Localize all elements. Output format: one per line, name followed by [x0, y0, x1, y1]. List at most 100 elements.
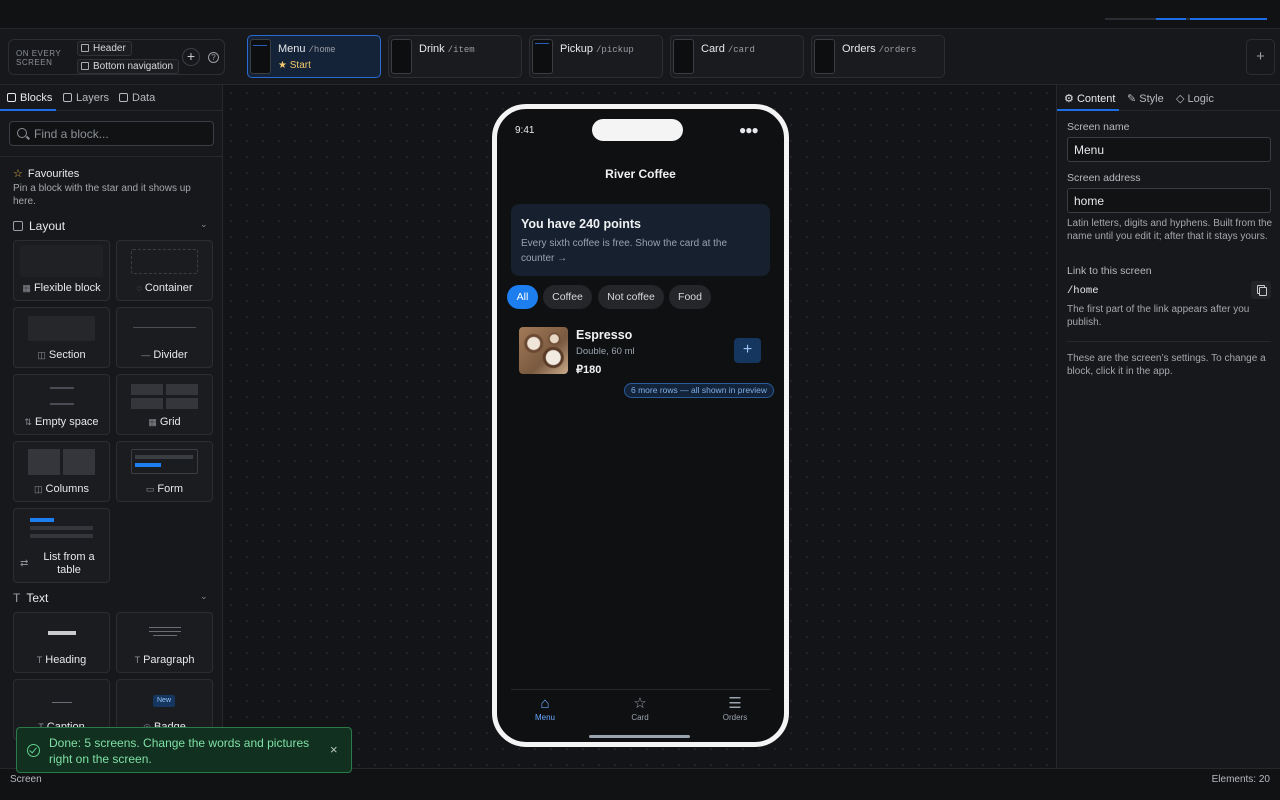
- data-icon: [119, 93, 128, 102]
- chip-coffee[interactable]: Coffee: [543, 285, 592, 309]
- bottom-navigation-icon: [81, 62, 89, 70]
- chip-not-coffee[interactable]: Not coffee: [598, 285, 664, 309]
- blocks-icon: [7, 93, 16, 102]
- add-screen-button[interactable]: +: [1246, 39, 1275, 75]
- divider: [0, 156, 222, 157]
- on-every-screen-group: ON EVERY SCREEN Header Bottom navigation…: [8, 39, 225, 75]
- list-item[interactable]: Espresso Double, 60 ml ₽180 +: [519, 327, 764, 377]
- screen-path: /pickup: [596, 45, 634, 55]
- screen-thumbnail: [391, 39, 412, 74]
- link-label: Link to this screen: [1067, 265, 1152, 277]
- close-icon[interactable]: ×: [330, 742, 338, 757]
- link-help: The first part of the link appears after…: [1067, 304, 1250, 328]
- start-badge: ★ Start: [278, 60, 311, 71]
- favourites-description: Pin a block with the star and it shows u…: [13, 183, 191, 207]
- star-outline-icon: ☆: [13, 168, 23, 180]
- screen-thumbnail: [250, 39, 271, 74]
- screen-thumbnail: [673, 39, 694, 74]
- success-toast: Done: 5 screens. Change the words and pi…: [16, 727, 352, 773]
- text-icon: T: [13, 591, 21, 605]
- screen-address-label: Screen address: [1067, 172, 1141, 184]
- screen-name-field[interactable]: [1067, 137, 1271, 162]
- nav-item-card[interactable]: ☆ Card: [610, 695, 670, 722]
- screen-tile-orders[interactable]: Orders/orders: [811, 35, 945, 78]
- header-chip[interactable]: Header: [77, 41, 132, 56]
- chip-food[interactable]: Food: [669, 285, 711, 309]
- add-shared-block-button[interactable]: +: [182, 48, 200, 66]
- canvas[interactable]: 9:41 ●●● River Coffee You have 240 point…: [223, 85, 1056, 768]
- status-left: Screen: [10, 774, 42, 785]
- header-icon: [81, 44, 89, 52]
- block-heading[interactable]: T Heading: [13, 612, 110, 673]
- list-icon: ☰: [728, 695, 742, 712]
- block-form[interactable]: ▭ Form: [116, 441, 213, 502]
- screen-thumbnail: [814, 39, 835, 74]
- bottom-navigation: ⌂ Menu ☆ Card ☰ Orders: [497, 695, 784, 731]
- add-to-order-button[interactable]: +: [734, 338, 761, 363]
- settings-note: These are the screen’s settings. To chan…: [1067, 353, 1266, 377]
- block-flexible-block[interactable]: ▦ Flexible block: [13, 240, 110, 301]
- screen-path: /home: [308, 45, 336, 55]
- right-panel-tabs: ⚙ Content ✎ Style ◇ Logic: [1057, 85, 1280, 111]
- status-time: 9:41: [515, 125, 535, 136]
- star-icon: ☆: [633, 695, 647, 712]
- screen-tile-card[interactable]: Card/card: [670, 35, 804, 78]
- screen-tile-drink[interactable]: Drink/item: [388, 35, 522, 78]
- block-columns[interactable]: ◫ Columns: [13, 441, 110, 502]
- app-title[interactable]: River Coffee: [497, 167, 784, 181]
- address-help: Latin letters, digits and hyphens. Built…: [1067, 218, 1273, 242]
- container-icon: ◌: [136, 283, 142, 293]
- left-panel: Blocks Layers Data ☆Favourites Pin a blo…: [0, 85, 223, 768]
- screen-name: Pickup: [560, 43, 594, 55]
- tab-data[interactable]: Data: [119, 92, 155, 104]
- section-text-header[interactable]: T Text ⌄: [13, 591, 208, 605]
- element-count: Elements: 20: [1211, 774, 1270, 785]
- cube-icon: [13, 221, 23, 231]
- copy-icon[interactable]: [1251, 281, 1271, 299]
- block-list-from-table[interactable]: List from a table ⇄: [13, 508, 110, 583]
- layers-icon: [63, 93, 72, 102]
- nav-divider: [511, 689, 770, 690]
- more-rows-badge: 6 more rows — all shown in preview: [624, 383, 775, 398]
- block-empty-space[interactable]: ⇅ Empty space: [13, 374, 110, 435]
- tab-content[interactable]: ⚙ Content: [1064, 92, 1115, 105]
- tab-blocks[interactable]: Blocks: [7, 92, 52, 104]
- nav-item-menu[interactable]: ⌂ Menu: [515, 695, 575, 722]
- points-card[interactable]: You have 240 points Every sixth coffee i…: [511, 204, 770, 276]
- block-paragraph[interactable]: T Paragraph: [116, 612, 213, 673]
- gear-icon: ⚙: [1064, 93, 1074, 105]
- logic-icon: ◇: [1176, 93, 1185, 105]
- screen-name: Orders: [842, 43, 876, 55]
- chip-all[interactable]: All: [507, 285, 538, 309]
- section-icon: ◫: [37, 350, 46, 360]
- dynamic-island: [592, 119, 683, 141]
- tab-style[interactable]: ✎ Style: [1127, 92, 1164, 105]
- screen-tile-menu[interactable]: Menu/home ★ Start: [247, 35, 381, 78]
- points-description: Every sixth coffee is free. Show the car…: [521, 238, 728, 264]
- screen-address-field[interactable]: [1067, 188, 1271, 213]
- block-container[interactable]: ◌ Container: [116, 240, 213, 301]
- block-search-input[interactable]: [34, 126, 209, 142]
- top-progress-segment: [1156, 18, 1186, 20]
- toast-message: Done: 5 screens. Change the words and pi…: [49, 736, 310, 766]
- help-icon[interactable]: ?: [208, 52, 219, 63]
- screen-path: /card: [727, 45, 755, 55]
- app-top-bar: [0, 0, 1280, 29]
- tab-logic[interactable]: ◇ Logic: [1176, 92, 1214, 105]
- link-value: /home: [1067, 285, 1099, 297]
- right-panel: ⚙ Content ✎ Style ◇ Logic Screen name Sc…: [1056, 85, 1280, 768]
- active-tab-indicator: [0, 109, 56, 111]
- tab-layers[interactable]: Layers: [63, 92, 109, 104]
- screen-name-label: Screen name: [1067, 121, 1130, 133]
- more-icon: ●●●: [739, 123, 759, 137]
- nav-item-orders[interactable]: ☰ Orders: [705, 695, 765, 722]
- repeat-icon: ⇄: [20, 558, 29, 569]
- phone-preview[interactable]: 9:41 ●●● River Coffee You have 240 point…: [492, 104, 789, 747]
- screen-name: Menu: [278, 43, 306, 55]
- section-layout-header[interactable]: Layout ⌄: [13, 219, 208, 233]
- block-divider[interactable]: — Divider: [116, 307, 213, 368]
- block-section[interactable]: ◫ Section: [13, 307, 110, 368]
- bottom-navigation-chip[interactable]: Bottom navigation: [77, 59, 180, 74]
- screen-tile-pickup[interactable]: Pickup/pickup: [529, 35, 663, 78]
- block-grid[interactable]: ▦ Grid: [116, 374, 213, 435]
